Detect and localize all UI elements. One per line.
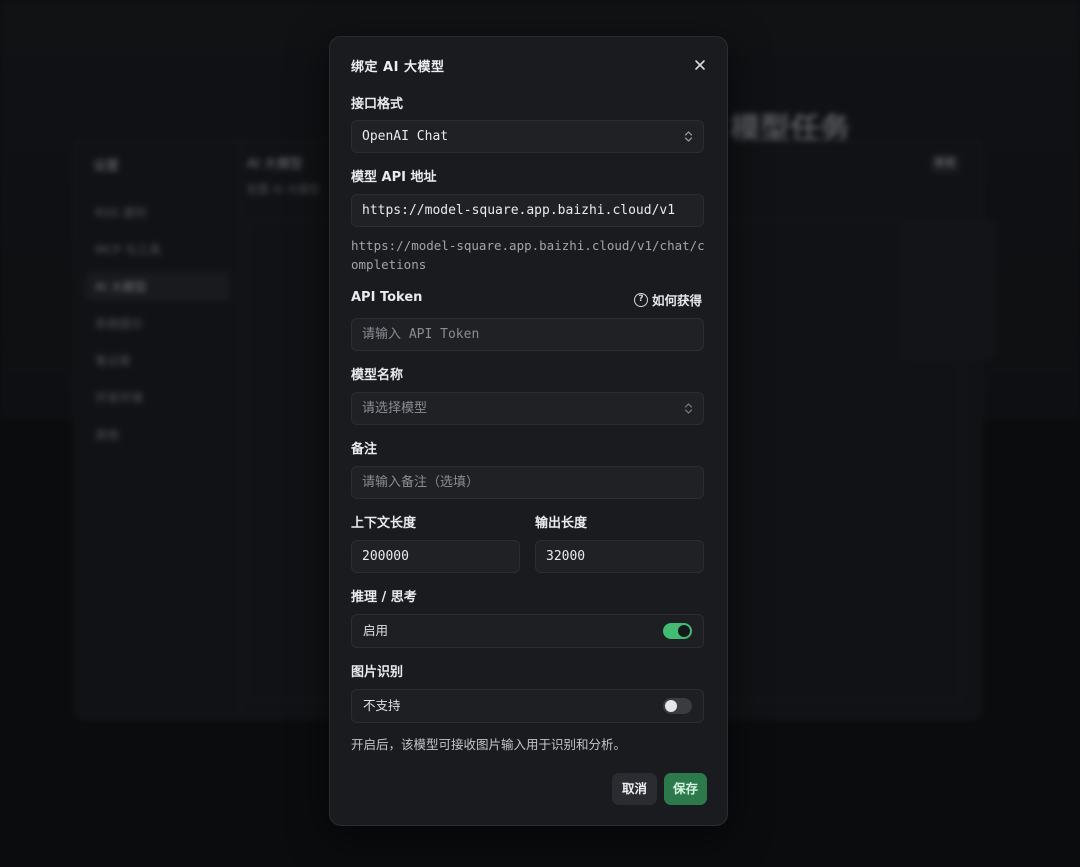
background-add-button: 新增 [931, 155, 959, 173]
background-sidebar-item: MCP 与工具 [95, 243, 161, 257]
chevron-updown-icon [684, 131, 693, 142]
model-name-placeholder: 请选择模型 [362, 401, 428, 416]
interface-format-label: 接口格式 [351, 97, 404, 112]
remark-input[interactable]: 请输入备注（选填） [351, 466, 704, 499]
background-sidebar-item: 开发环境 [95, 391, 144, 405]
reasoning-row: 启用 [351, 614, 704, 648]
background-main-subtitle: 配置 AI 大模型 [247, 183, 320, 196]
cancel-button[interactable]: 取消 [612, 773, 657, 805]
how-to-get-text: 如何获得 [651, 293, 702, 308]
toggle-knob [665, 700, 677, 712]
api-url-input[interactable]: https://model-square.app.baizhi.cloud/v1 [351, 194, 704, 227]
api-url-label: 模型 API 地址 [351, 170, 437, 185]
context-length-input[interactable]: 200000 [351, 540, 520, 573]
background-sidebar-item: 其他 [95, 428, 120, 442]
context-length-label: 上下文长度 [351, 516, 417, 531]
model-name-select[interactable]: 请选择模型 [351, 392, 704, 425]
image-recognition-label: 图片识别 [351, 665, 404, 680]
api-url-hint: https://model-square.app.baizhi.cloud/v1… [351, 238, 705, 272]
toggle-knob [678, 625, 690, 637]
background-main-title: AI 大模型 [247, 157, 303, 172]
save-button[interactable]: 保存 [664, 773, 707, 805]
background-sidebar-item-active: AI 大模型 [85, 272, 230, 301]
remark-label: 备注 [351, 442, 378, 457]
background-card [900, 220, 996, 360]
reasoning-status: 启用 [363, 623, 389, 638]
chevron-updown-icon [684, 403, 693, 414]
image-recognition-row: 不支持 [351, 689, 704, 723]
interface-format-select[interactable]: OpenAI Chat [351, 120, 704, 153]
background-sidebar-item: 笔记库 [95, 354, 132, 368]
close-button[interactable] [692, 57, 708, 73]
close-icon [695, 60, 705, 70]
dialog-title: 绑定 AI 大模型 [351, 60, 445, 75]
interface-format-value: OpenAI Chat [362, 129, 449, 144]
reasoning-toggle[interactable] [663, 623, 692, 639]
model-name-label: 模型名称 [351, 368, 404, 383]
image-recognition-status: 不支持 [363, 698, 401, 713]
output-length-input[interactable]: 32000 [535, 540, 704, 573]
background-sidebar-title: 设置 [93, 159, 120, 174]
api-token-label: API Token [351, 290, 423, 305]
reasoning-label: 推理 / 思考 [351, 590, 417, 605]
output-length-label: 输出长度 [535, 516, 588, 531]
bind-model-dialog: 绑定 AI 大模型 接口格式 OpenAI Chat 模型 API 地址 htt… [329, 36, 728, 826]
api-token-input[interactable]: 请输入 API Token [351, 318, 704, 351]
question-circle-icon: ? [633, 292, 648, 307]
background-sidebar-item: RSS 源列 [95, 206, 147, 220]
background-sidebar-item: 系统提示 [95, 317, 144, 331]
background-sidebar: 设置 RSS 源列 MCP 与工具 AI 大模型 系统提示 笔记库 开发环境 其… [75, 141, 241, 719]
image-recognition-toggle[interactable] [663, 698, 692, 714]
image-recognition-note: 开启后，该模型可接收图片输入用于识别和分析。 [351, 737, 627, 752]
how-to-get-link[interactable]: ? 如何获得 [633, 290, 702, 309]
